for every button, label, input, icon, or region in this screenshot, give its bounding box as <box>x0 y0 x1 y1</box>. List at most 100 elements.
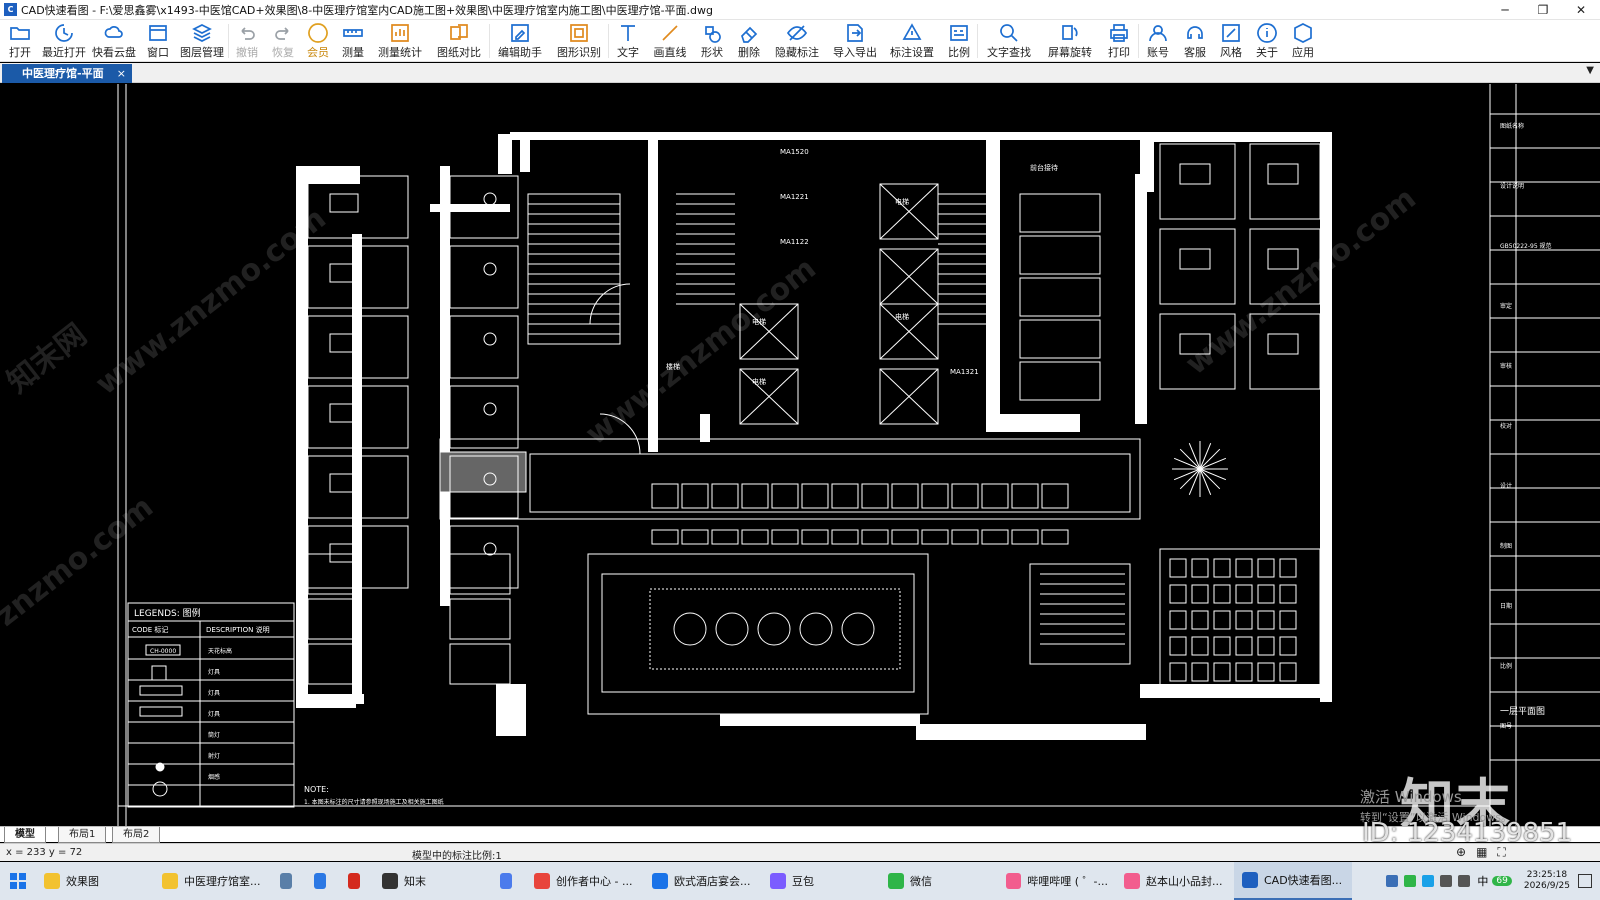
wall <box>1135 174 1147 424</box>
restore-button[interactable]: ❐ <box>1524 0 1562 20</box>
tray-app-icon[interactable] <box>1386 875 1399 887</box>
tray-qq-icon[interactable] <box>1422 875 1435 887</box>
toolbar-button-redo[interactable]: 恢复 <box>265 20 301 62</box>
tab-layout-2[interactable]: 布局2 <box>112 827 161 843</box>
taskbar-app[interactable]: 创作者中心 - ... <box>526 862 644 900</box>
legend-symbol <box>139 706 183 717</box>
furniture <box>329 193 359 213</box>
tab-close-icon[interactable]: × <box>117 64 126 83</box>
furniture <box>483 332 497 346</box>
toolbar-button-vip[interactable]: 会员 <box>301 20 335 62</box>
corridor <box>439 438 1141 520</box>
taskbar-app[interactable]: CAD快速看图... <box>1234 862 1352 900</box>
toolbar-label: 恢复 <box>272 46 294 59</box>
tab-floor-plan[interactable]: 中医理疗馆-平面 × <box>2 64 132 83</box>
room <box>1159 143 1236 220</box>
tray-volume-icon[interactable] <box>1458 875 1471 887</box>
toolbar-button-compare[interactable]: 图纸对比 <box>429 20 489 62</box>
chair <box>1191 662 1209 682</box>
taskbar-app[interactable]: 中医理疗馆室... <box>154 862 272 900</box>
furniture <box>831 483 859 509</box>
toolbar-button-layers[interactable]: 图层管理 <box>176 20 228 62</box>
toolbar-button-text-search[interactable]: 文字查找 <box>978 20 1040 62</box>
minimize-button[interactable]: ─ <box>1486 0 1524 20</box>
toolbar-button-measure-stats[interactable]: 测量统计 <box>371 20 429 62</box>
chandelier <box>1199 468 1221 490</box>
main-toolbar: 打开 最近打开 快看云盘 窗口 图层管理 撤销 恢复 会员 测量 测量统计 图纸对比 编辑助手 图形识别… <box>0 20 1600 62</box>
toolbar-button-folder-open[interactable]: 打开 <box>0 20 40 62</box>
taskbar-app[interactable]: 豆包 <box>762 862 880 900</box>
toolbar-button-about[interactable]: 关于 <box>1249 20 1285 62</box>
taskbar-app[interactable] <box>306 862 340 900</box>
toolbar-label: 标注设置 <box>890 46 934 59</box>
toolbar-button-support[interactable]: 客服 <box>1177 20 1213 62</box>
toolbar-label: 编辑助手 <box>498 46 542 59</box>
toolbar-button-annotation-settings[interactable]: 标注设置 <box>883 20 941 62</box>
system-clock[interactable]: 23:25:18 2026/9/25 <box>1524 870 1570 892</box>
furniture <box>861 483 889 509</box>
taskbar-app[interactable]: 欧式酒店宴会... <box>644 862 762 900</box>
room-label: MA1122 <box>780 238 809 246</box>
tab-layout-1[interactable]: 布局1 <box>58 827 107 843</box>
toolbar-button-measure[interactable]: 测量 <box>335 20 371 62</box>
notification-badge[interactable]: 69 <box>1492 876 1512 886</box>
toolbar-button-scale[interactable]: 比例 <box>941 20 977 62</box>
tray-wechat-icon[interactable] <box>1404 875 1417 887</box>
notification-center-icon[interactable] <box>1578 874 1592 888</box>
taskbar-app[interactable] <box>492 862 526 900</box>
toolbar-button-edit-assistant[interactable]: 编辑助手 <box>490 20 550 62</box>
toolbar-button-import-export[interactable]: 导入导出 <box>827 20 883 62</box>
taskbar-app[interactable]: 微信 <box>880 862 998 900</box>
chair <box>1235 558 1253 578</box>
toolbar-button-shape[interactable]: 形状 <box>693 20 731 62</box>
toolbar-button-line[interactable]: 画直线 <box>647 20 693 62</box>
title-block-label: 比例 <box>1500 662 1512 670</box>
toolbar-button-window[interactable]: 窗口 <box>140 20 176 62</box>
toolbar-button-text[interactable]: 文字 <box>609 20 647 62</box>
furniture <box>1041 483 1069 509</box>
taskbar-app[interactable]: 哔哩哔哩 ( ゜-... <box>998 862 1116 900</box>
tab-model[interactable]: 模型 <box>4 827 46 843</box>
taskbar-app[interactable]: 知末 <box>374 862 492 900</box>
room <box>1019 361 1101 401</box>
taskbar-app[interactable]: 效果图 <box>36 862 154 900</box>
taskbar-app-label: 知末 <box>404 875 426 888</box>
start-button[interactable] <box>0 862 36 900</box>
toolbar-button-cloud[interactable]: 快看云盘 <box>88 20 140 62</box>
toolbar-button-apps[interactable]: 应用 <box>1285 20 1321 62</box>
furniture <box>951 483 979 509</box>
toolbar-label: 客服 <box>1184 46 1206 59</box>
taskbar-app-label: 欧式酒店宴会... <box>674 875 751 888</box>
ime-indicator[interactable]: 中 <box>1477 873 1488 889</box>
close-button[interactable]: ✕ <box>1562 0 1600 20</box>
taskbar-app-label: 微信 <box>910 875 932 888</box>
toolbar-button-eraser[interactable]: 删除 <box>731 20 767 62</box>
chair <box>1279 584 1297 604</box>
toolbar-button-history[interactable]: 最近打开 <box>40 20 88 62</box>
taskbar-app[interactable]: 赵本山小品封... <box>1116 862 1234 900</box>
legend-description: 灯具 <box>208 689 220 697</box>
room <box>1019 193 1101 233</box>
tray-network-icon[interactable] <box>1440 875 1453 887</box>
drawing-canvas[interactable]: LEGENDS: 图例 CODE 标记 DESCRIPTION 说明 CH-0000 天… <box>0 84 1600 826</box>
toolbar-button-undo[interactable]: 撤销 <box>229 20 265 62</box>
toolbar-button-hide-annotation[interactable]: 隐藏标注 <box>767 20 827 62</box>
legend-symbol <box>151 665 167 681</box>
cursor-coordinates: x = 233 y = 72 <box>6 847 83 858</box>
taskbar-app[interactable] <box>340 862 374 900</box>
taskbar-app[interactable] <box>272 862 306 900</box>
line-icon <box>659 23 681 43</box>
toolbar-label: 文字 <box>617 46 639 59</box>
toolbar-button-print[interactable]: 打印 <box>1100 20 1138 62</box>
furniture <box>483 192 497 206</box>
toolbar-button-shape-recognize[interactable]: 图形识别 <box>550 20 608 62</box>
toolbar-button-account[interactable]: 账号 <box>1139 20 1177 62</box>
toolbar-button-style[interactable]: 风格 <box>1213 20 1249 62</box>
furniture <box>831 529 859 545</box>
tab-list-dropdown-icon[interactable]: ▼ <box>1586 65 1594 76</box>
furniture <box>483 402 497 416</box>
toolbar-button-rotate-screen[interactable]: 屏幕旋转 <box>1040 20 1100 62</box>
rotate-screen-icon <box>1059 23 1081 43</box>
toolbar-label: 图层管理 <box>180 46 224 59</box>
hall <box>587 553 929 715</box>
